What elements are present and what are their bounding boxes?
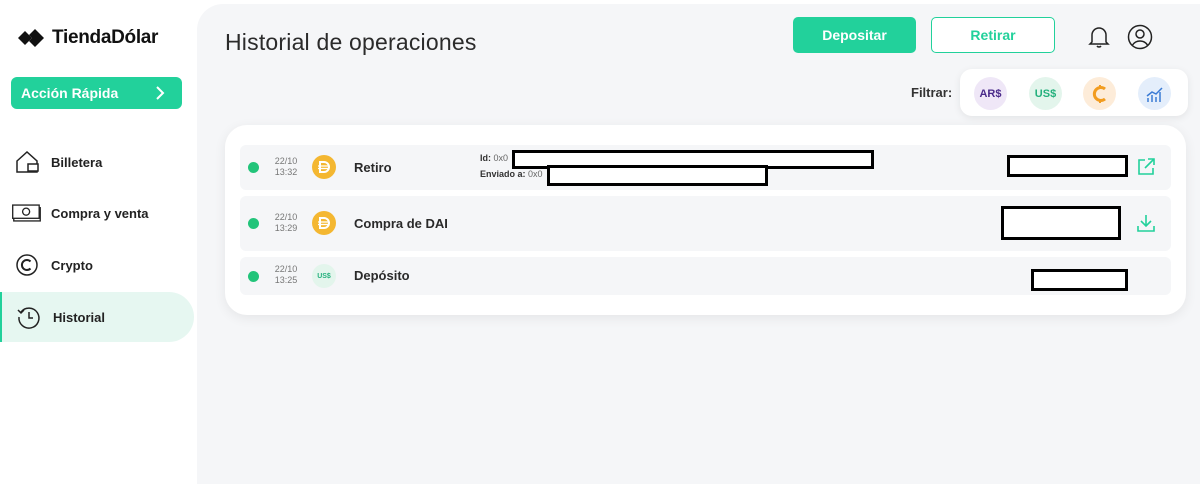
brand-logo[interactable]: TiendaDólar [16,27,158,49]
id-label: Id: [480,153,491,163]
operation-time: 13:29 [274,223,298,233]
filter-ars-chip[interactable]: AR$ [974,77,1007,110]
operation-time: 13:25 [274,275,298,285]
dai-coin-icon [312,211,336,235]
history-icon [14,302,44,332]
sidebar-item-label: Crypto [51,257,93,273]
filter-label: Filtrar: [911,85,953,100]
operation-label: Compra de DAI [354,216,448,231]
operation-day: 22/10 [274,212,298,222]
operation-row[interactable]: 22/10 13:25 US$ Depósito [240,257,1171,295]
filter-chart-chip[interactable] [1138,77,1171,110]
id-value: 0x0 [493,153,509,163]
sidebar: TiendaDólar Acción Rápida Billetera Comp… [0,0,197,484]
crypto-coin-icon [12,250,42,280]
sidebar-item-label: Compra y venta [51,205,149,221]
sidebar-item-crypto[interactable]: Crypto [0,240,194,290]
redacted-amount [1001,206,1121,240]
sidebar-item-billetera[interactable]: Billetera [0,137,194,187]
sidebar-item-label: Billetera [51,154,103,170]
redacted-address [547,165,768,186]
home-wallet-icon [12,147,42,177]
status-dot [248,162,259,173]
external-link-icon[interactable] [1136,157,1156,177]
quick-action-button[interactable]: Acción Rápida [11,77,182,109]
page-title: Historial de operaciones [225,29,477,55]
chevron-right-icon [156,86,165,100]
filter-crypto-chip[interactable] [1083,77,1116,110]
dai-coin-icon [312,155,336,179]
deposit-button[interactable]: Depositar [793,17,916,53]
download-icon[interactable] [1136,213,1156,233]
operation-day: 22/10 [274,156,298,166]
operation-recipient: Enviado a: 0x0 [480,169,543,179]
sidebar-item-label: Historial [53,309,106,325]
operations-card: 22/10 13:32 Retiro Id: 0x0 Enviado a: 0x… [225,125,1186,315]
operation-id: Id: 0x0 [480,153,508,163]
operation-row[interactable]: 22/10 13:29 Compra de DAI [240,196,1171,251]
operation-label: Retiro [354,160,392,175]
sent-to-value: 0x0 [528,169,543,179]
status-dot [248,218,259,229]
operation-date: 22/10 13:29 [270,212,302,234]
operation-day: 22/10 [274,264,298,274]
redacted-amount [1007,155,1128,177]
bell-icon[interactable] [1087,24,1111,50]
sidebar-item-compra-venta[interactable]: Compra y venta [0,188,194,238]
crypto-c-icon [1092,84,1106,103]
operation-row[interactable]: 22/10 13:32 Retiro Id: 0x0 Enviado a: 0x… [240,145,1171,190]
withdraw-button[interactable]: Retirar [931,17,1055,53]
operation-time: 13:32 [274,167,298,177]
user-avatar-icon[interactable] [1127,24,1153,50]
filter-usd-chip[interactable]: US$ [1029,77,1062,110]
brand-name: TiendaDólar [52,27,159,48]
operation-date: 22/10 13:32 [270,156,302,178]
quick-action-label: Acción Rápida [21,85,119,101]
usd-coin-icon: US$ [312,264,336,288]
operation-date: 22/10 13:25 [270,264,302,286]
sidebar-item-historial[interactable]: Historial [0,292,194,342]
status-dot [248,271,259,282]
sent-to-label: Enviado a: [480,169,526,179]
chart-icon [1146,86,1163,102]
operation-label: Depósito [354,268,410,283]
filter-panel: AR$ US$ [960,69,1188,116]
banknote-icon [12,198,42,228]
redacted-amount [1031,269,1128,291]
main-content: Historial de operaciones Depositar Retir… [197,4,1200,484]
logo-mark-icon [18,29,44,47]
